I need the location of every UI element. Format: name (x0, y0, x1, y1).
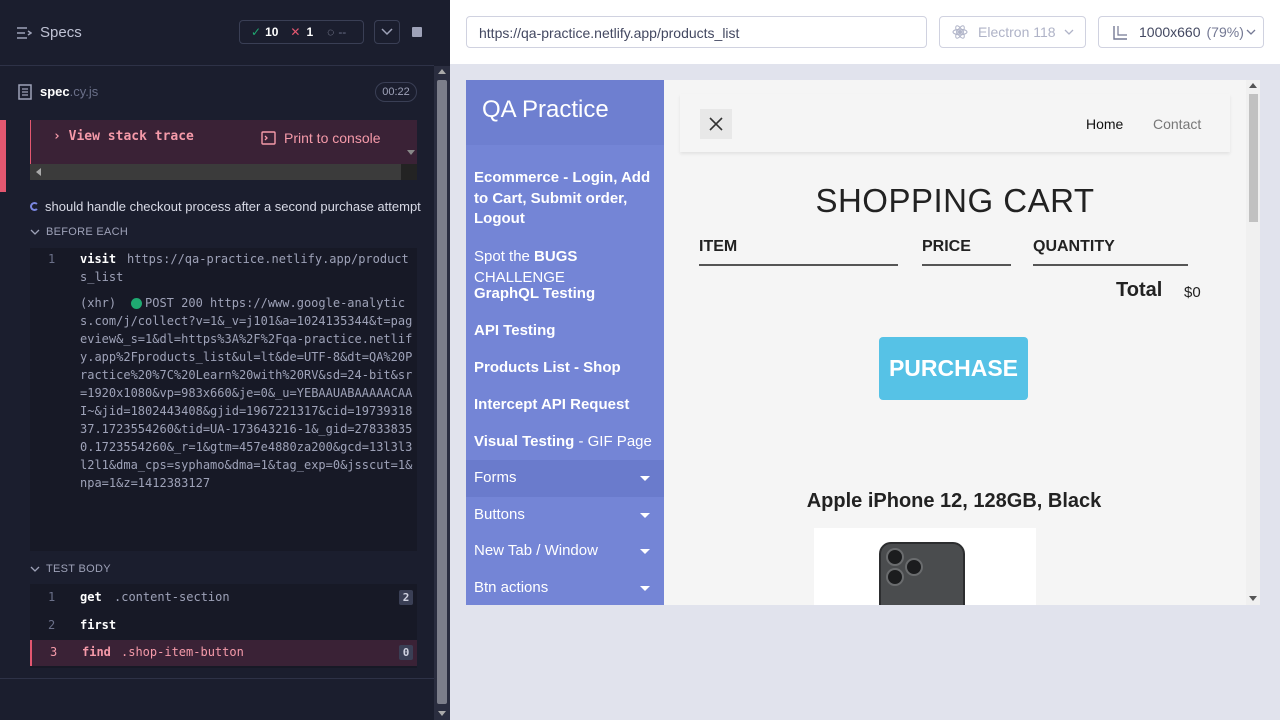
test-title[interactable]: should handle checkout process after a s… (30, 199, 421, 214)
nav-item-visual-testing[interactable]: Visual Testing - GIF Page (474, 432, 660, 453)
url-bar[interactable]: https://qa-practice.netlify.app/products… (466, 16, 927, 48)
reporter-panel: Specs ✓ 10 ✕ 1 ◌ -- spec.cy.js 00:22 › V… (0, 0, 450, 720)
failed-count: 1 (306, 25, 314, 39)
purchase-button[interactable]: PURCHASE (879, 337, 1028, 400)
chevron-down-icon (30, 566, 40, 572)
site-brand[interactable]: QA Practice (466, 80, 664, 145)
chevron-right-icon: › (53, 129, 61, 144)
pending-count: -- (338, 25, 347, 39)
caret-down-icon (640, 549, 650, 554)
scroll-left-icon (36, 168, 41, 176)
failed-icon: ✕ (290, 25, 301, 39)
chevron-down-icon (1064, 29, 1074, 35)
nav-item-bugs-challenge[interactable]: Spot the BUGS CHALLENGE (474, 247, 660, 288)
horizontal-scrollbar[interactable] (30, 164, 417, 180)
total-value: $0 (1184, 284, 1201, 301)
iframe-scrollbar-thumb[interactable] (1249, 94, 1258, 222)
product-image (814, 528, 1036, 605)
nav-item-ecommerce[interactable]: Ecommerce - Login, Add to Cart, Submit o… (474, 168, 660, 230)
duration-badge: 00:22 (375, 82, 417, 102)
site-content: Home Contact SHOPPING CART ITEM PRICE QU… (664, 80, 1246, 605)
column-header-item: ITEM (699, 238, 898, 266)
file-icon (18, 84, 32, 100)
xhr-command-row[interactable]: (xhr) POST 200 https://www.google-analyt… (30, 296, 417, 551)
running-icon (30, 202, 39, 211)
test-body-commands: 1 get .content-section 2 2 first 3 find … (30, 584, 417, 668)
command-row[interactable]: 1 visit https://qa-practice.netlify.app/… (30, 248, 417, 294)
nav-dropdown-new-tab[interactable]: New Tab / Window (466, 533, 664, 570)
command-row[interactable]: 2 first (30, 612, 417, 640)
chevron-down-button[interactable] (374, 20, 400, 44)
aut-iframe: QA Practice Ecommerce - Login, Add to Ca… (466, 80, 1260, 605)
stop-icon (412, 27, 422, 37)
scroll-down-icon (438, 711, 446, 716)
nav-item-graphql[interactable]: GraphQL Testing (474, 284, 660, 305)
caret-down-icon (640, 476, 650, 481)
specs-list-icon[interactable] (16, 25, 32, 41)
element-count-badge: 2 (399, 590, 413, 605)
failed-command-row[interactable]: 3 find .shop-item-button 0 (30, 640, 417, 666)
terminal-icon (261, 131, 276, 145)
site-header: Home Contact (680, 94, 1230, 152)
view-stack-trace-button[interactable]: › View stack trace (53, 129, 194, 144)
site-sidebar: QA Practice Ecommerce - Login, Add to Ca… (466, 80, 664, 605)
close-button[interactable] (700, 109, 732, 139)
iphone-image (879, 542, 965, 605)
scroll-down-arrow[interactable] (407, 150, 415, 155)
error-indicator (0, 120, 6, 192)
command-message: https://qa-practice.netlify.app/products… (80, 252, 409, 284)
test-stats: ✓ 10 ✕ 1 ◌ -- (239, 20, 364, 44)
cart-title: SHOPPING CART (815, 182, 1095, 219)
error-box: › View stack trace Print to console (0, 120, 420, 192)
nav-item-api-testing[interactable]: API Testing (474, 321, 660, 342)
chevron-down-icon (1246, 29, 1256, 35)
column-header-price: PRICE (922, 238, 1011, 266)
test-body-header[interactable]: TEST BODY (30, 563, 111, 575)
electron-icon (952, 25, 968, 39)
column-header-quantity: QUANTITY (1033, 238, 1188, 266)
aut-panel: https://qa-practice.netlify.app/products… (450, 0, 1280, 720)
home-link[interactable]: Home (1086, 116, 1123, 132)
nav-dropdown-forms[interactable]: Forms (466, 460, 664, 497)
reporter-header: Specs ✓ 10 ✕ 1 ◌ -- (0, 0, 434, 66)
scroll-up-icon (1249, 83, 1257, 88)
nav-item-products-list[interactable]: Products List - Shop (474, 358, 660, 379)
before-each-header[interactable]: BEFORE EACH (30, 226, 128, 238)
close-icon (709, 117, 723, 131)
passed-count: 10 (265, 25, 279, 39)
pending-icon: ◌ (327, 25, 335, 39)
specs-label[interactable]: Specs (40, 24, 82, 41)
viewport-selector[interactable]: 1000x660 (79%) (1098, 16, 1264, 48)
chevron-down-icon (30, 229, 40, 235)
passed-icon: ✓ (251, 25, 262, 39)
spec-name: spec.cy.js (40, 84, 99, 99)
browser-selector[interactable]: Electron 118 (939, 16, 1086, 48)
ruler-icon (1113, 25, 1127, 40)
aut-header: https://qa-practice.netlify.app/products… (450, 0, 1280, 64)
element-count-badge: 0 (399, 645, 413, 660)
command-row[interactable]: 1 get .content-section 2 (30, 584, 417, 612)
error-actions: › View stack trace Print to console (30, 120, 417, 164)
scroll-down-icon (1249, 596, 1257, 601)
caret-down-icon (640, 513, 650, 518)
scroll-up-icon (438, 69, 446, 74)
xhr-message: POST 200 https://www.google-analytics.co… (80, 296, 413, 490)
product-title: Apple iPhone 12, 128GB, Black (806, 490, 1102, 512)
before-each-commands: 1 visit https://qa-practice.netlify.app/… (30, 248, 417, 551)
stop-button[interactable] (404, 20, 430, 44)
nav-item-intercept-api[interactable]: Intercept API Request (474, 395, 660, 416)
total-label: Total (1116, 279, 1163, 301)
contact-link[interactable]: Contact (1153, 116, 1201, 132)
spec-row[interactable]: spec.cy.js 00:22 (0, 66, 434, 120)
chevron-down-icon (381, 28, 393, 36)
nav-dropdown-btn-actions[interactable]: Btn actions (466, 570, 664, 605)
print-to-console-button[interactable]: Print to console (261, 130, 381, 146)
caret-down-icon (640, 586, 650, 591)
nav-dropdown-buttons[interactable]: Buttons (466, 497, 664, 534)
reporter-scrollbar-thumb[interactable] (437, 80, 447, 704)
